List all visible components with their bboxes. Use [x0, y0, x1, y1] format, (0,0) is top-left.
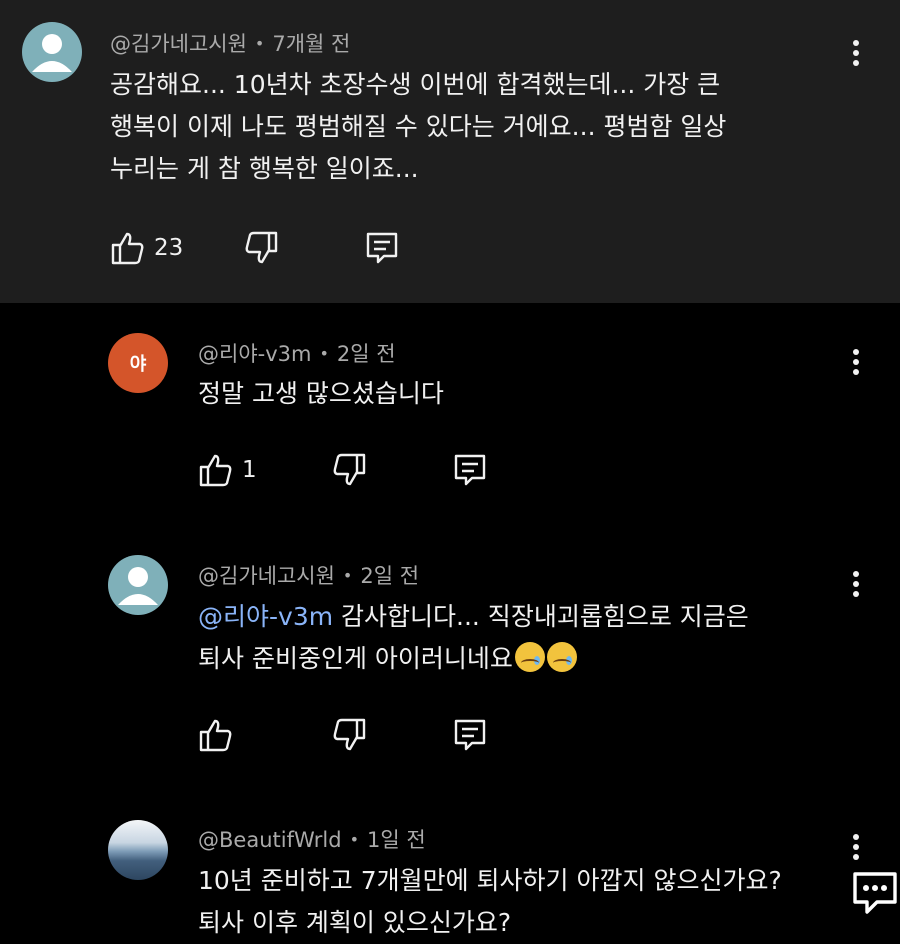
comment-line: 누리는 게 참 행복한 일이죠... [110, 154, 419, 183]
thumbs-down-icon [333, 453, 366, 486]
like-count: 23 [154, 235, 184, 261]
comment-line: 10년 준비하고 7개월만에 퇴사하기 아깝지 않으신가요? [198, 866, 782, 895]
comment-meta: @김가네고시원 • 2일 전 [198, 560, 419, 590]
crying-smile-emoji-icon [514, 642, 545, 672]
reply-icon [454, 454, 486, 486]
more-options-button[interactable] [844, 36, 868, 70]
comment-line: 공감해요... 10년차 초장수생 이번에 합격했는데... 가장 큰 [110, 70, 721, 99]
separator: • [349, 830, 360, 849]
timestamp[interactable]: 7개월 전 [272, 32, 350, 56]
comment-line: 감사합니다... 직장내괴롭힘으로 지금은 [333, 602, 749, 631]
more-vert-icon [853, 571, 859, 597]
more-options-button[interactable] [844, 567, 868, 601]
reply-icon [366, 232, 398, 264]
comment-line: 퇴사 준비중인게 아이러니네요 [198, 644, 513, 673]
reply-button[interactable] [364, 228, 400, 268]
comment-actions: 23 [110, 228, 410, 268]
comment-meta: @BeautifWrld • 1일 전 [198, 824, 426, 854]
dislike-button[interactable] [331, 450, 367, 490]
comment-actions: 1 [198, 450, 498, 490]
timestamp[interactable]: 2일 전 [337, 342, 396, 366]
dislike-button[interactable] [243, 228, 279, 268]
comment-line-1: @리야-v3m 감사합니다... 직장내괴롭힘으로 지금은 [198, 596, 749, 638]
avatar-letter: 야 [129, 354, 147, 375]
reply-button[interactable] [452, 450, 488, 490]
default-person-icon [118, 567, 158, 605]
separator: • [254, 34, 265, 53]
more-vert-icon [853, 834, 859, 860]
reply-button[interactable] [452, 715, 488, 755]
like-button[interactable] [198, 715, 234, 755]
default-person-icon [32, 34, 72, 72]
thumbs-up-icon [199, 454, 232, 487]
avatar[interactable] [108, 555, 168, 615]
comment-line: 행복이 이제 나도 평범해질 수 있다는 거에요... 평범함 일상 [110, 112, 727, 141]
timestamp[interactable]: 2일 전 [360, 564, 419, 588]
comment-meta: @김가네고시원 • 7개월 전 [110, 28, 350, 58]
more-options-button[interactable] [844, 830, 868, 864]
avatar[interactable]: 야 [108, 333, 168, 393]
comment-text: 10년 준비하고 7개월만에 퇴사하기 아깝지 않으신가요? 퇴사 이후 계획이… [198, 860, 782, 944]
like-count: 1 [242, 457, 257, 483]
comment-line-2: 퇴사 준비중인게 아이러니네요 [198, 638, 749, 680]
author-name[interactable]: @BeautifWrld [198, 828, 342, 852]
reply-icon [454, 719, 486, 751]
comment-line: 정말 고생 많으셨습니다 [198, 379, 444, 408]
more-vert-icon [853, 349, 859, 375]
timestamp[interactable]: 1일 전 [367, 828, 426, 852]
comment-bubble-icon [853, 872, 897, 914]
thumbs-up-icon [111, 232, 144, 265]
more-vert-icon [853, 40, 859, 66]
like-button[interactable]: 23 [110, 228, 183, 268]
thumbs-down-icon [245, 231, 278, 264]
crying-smile-emoji-icon [546, 642, 577, 672]
author-name[interactable]: @리야-v3m [198, 342, 311, 366]
comment-text: @리야-v3m 감사합니다... 직장내괴롭힘으로 지금은 퇴사 준비중인게 아… [198, 596, 749, 680]
comment-actions [198, 715, 498, 755]
more-options-button[interactable] [844, 345, 868, 379]
comment-meta: @리야-v3m • 2일 전 [198, 338, 396, 368]
dislike-button[interactable] [331, 715, 367, 755]
avatar[interactable] [22, 22, 82, 82]
like-button[interactable]: 1 [198, 450, 257, 490]
thumbs-down-icon [333, 718, 366, 751]
comment-text: 공감해요... 10년차 초장수생 이번에 합격했는데... 가장 큰 행복이 … [110, 64, 726, 190]
comment-text: 정말 고생 많으셨습니다 [198, 373, 444, 415]
comment-line: 퇴사 이후 계획이 있으신가요? [198, 908, 512, 937]
separator: • [342, 566, 353, 585]
thumbs-up-icon [199, 719, 232, 752]
author-name[interactable]: @김가네고시원 [198, 564, 335, 588]
author-name[interactable]: @김가네고시원 [110, 32, 247, 56]
separator: • [319, 344, 329, 363]
user-mention-link[interactable]: @리야-v3m [198, 602, 333, 631]
avatar[interactable] [108, 820, 168, 880]
comment-bubble-button[interactable] [851, 868, 899, 916]
